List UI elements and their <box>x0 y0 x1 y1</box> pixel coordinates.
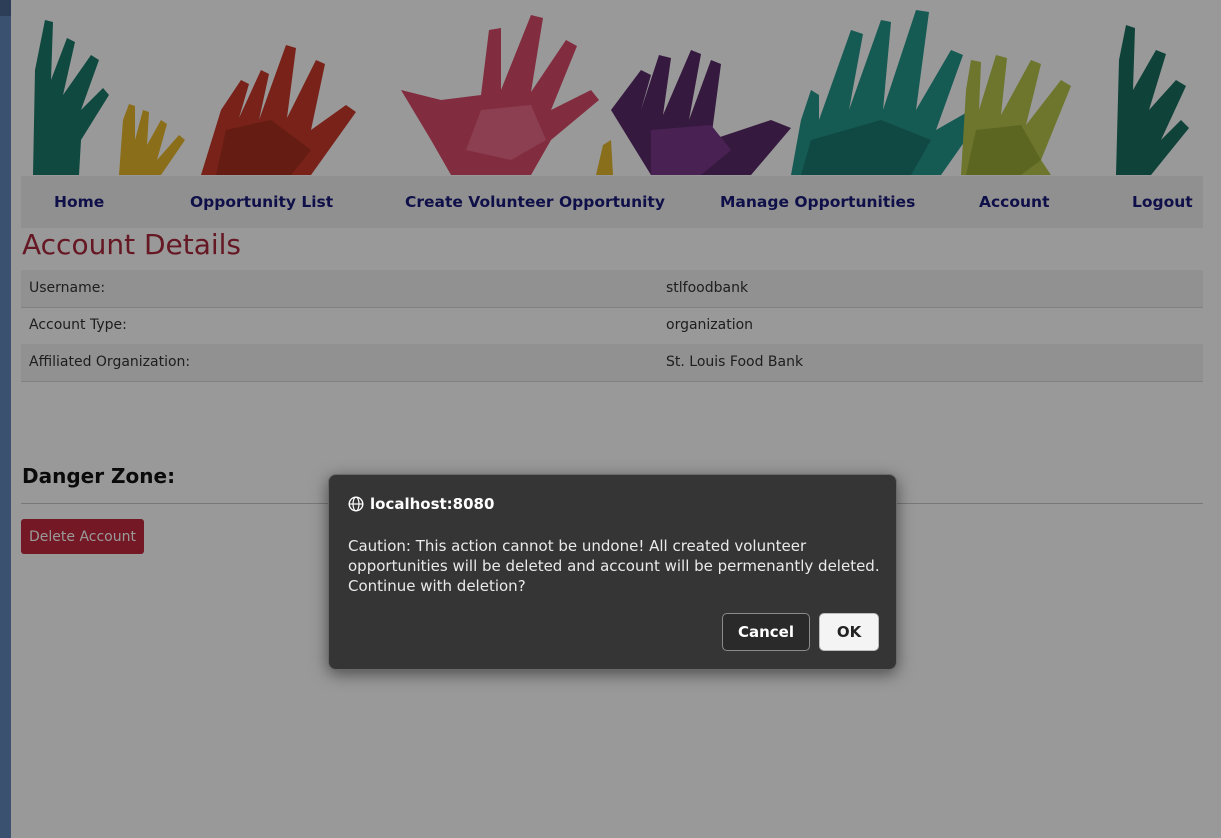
dialog-origin-text: localhost:8080 <box>370 495 495 513</box>
ok-button[interactable]: OK <box>819 613 879 651</box>
window-edge <box>0 0 11 838</box>
dialog-origin: localhost:8080 <box>348 494 494 514</box>
dialog-message-line: Caution: This action cannot be undone! A… <box>348 537 807 555</box>
modal-backdrop <box>11 0 1221 838</box>
dialog-message: Caution: This action cannot be undone! A… <box>348 536 880 596</box>
window-edge-corner <box>0 0 11 16</box>
globe-icon <box>348 496 364 512</box>
dialog-message-line: Continue with deletion? <box>348 577 526 595</box>
dialog-message-line: opportunities will be deleted and accoun… <box>348 557 880 575</box>
cancel-button[interactable]: Cancel <box>722 613 810 651</box>
confirm-dialog: localhost:8080 Caution: This action cann… <box>328 474 897 670</box>
